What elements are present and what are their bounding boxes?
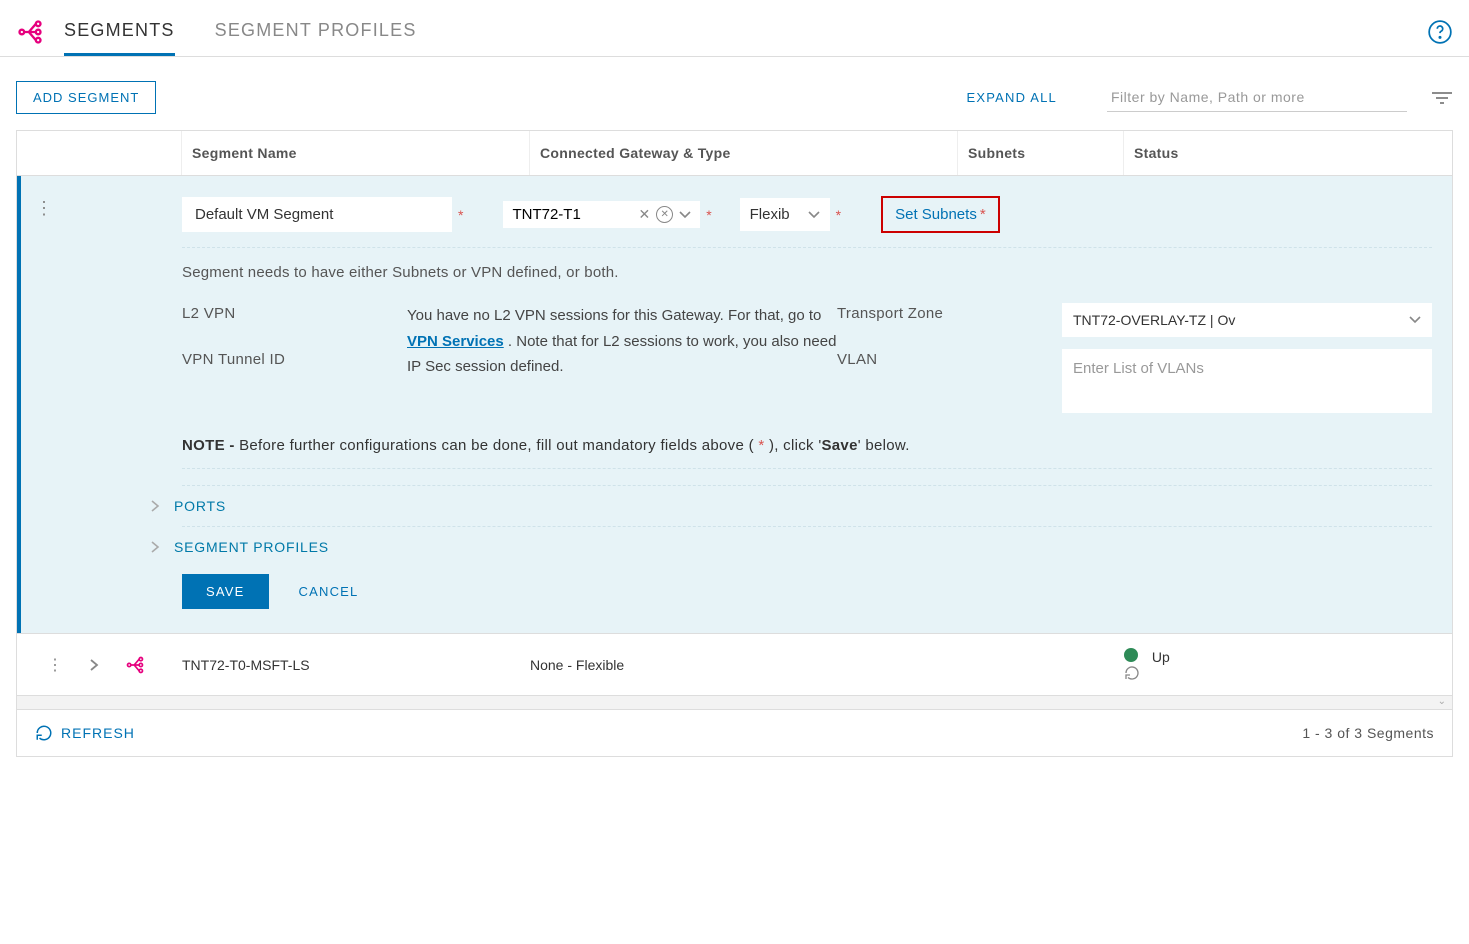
tab-segments[interactable]: SEGMENTS — [64, 8, 175, 56]
col-status: Status — [1124, 131, 1452, 175]
segments-logo-icon — [16, 18, 44, 46]
edit-fields-row: * ✕ ✕ * Flexib * Set Subnets* — [182, 196, 1432, 233]
table-row: ⋮ TNT72-T0-MSFT-LS None - Flexible Up — [17, 633, 1452, 695]
col-gateway: Connected Gateway & Type — [530, 131, 958, 175]
status-up-icon — [1124, 648, 1138, 662]
chevron-right-icon — [150, 499, 160, 513]
segments-table: Segment Name Connected Gateway & Type Su… — [16, 130, 1453, 710]
chevron-down-icon[interactable] — [679, 211, 691, 219]
segment-profiles-expander[interactable]: SEGMENT PROFILES — [182, 526, 1432, 568]
transport-zone-label: Transport Zone — [837, 303, 1062, 322]
expand-all-link[interactable]: EXPAND ALL — [966, 90, 1057, 105]
col-actions — [17, 131, 182, 175]
tab-bar: SEGMENTS SEGMENT PROFILES — [64, 8, 1427, 56]
add-segment-button[interactable]: ADD SEGMENT — [16, 81, 156, 114]
subnet-hint-text: Segment needs to have either Subnets or … — [182, 264, 1432, 281]
clear-selection-icon[interactable]: ✕ — [656, 206, 673, 223]
type-value: Flexib — [750, 206, 790, 223]
vlan-input[interactable]: Enter List of VLANs — [1062, 349, 1432, 413]
l2vpn-text: You have no L2 VPN sessions for this Gat… — [407, 303, 837, 380]
required-marker: * — [836, 207, 841, 223]
required-marker: * — [458, 207, 463, 223]
segment-name-input[interactable] — [182, 197, 452, 232]
vlan-label: VLAN — [837, 349, 1062, 368]
gateway-select[interactable]: ✕ ✕ — [503, 201, 700, 228]
divider — [182, 468, 1432, 469]
vpn-services-link[interactable]: VPN Services — [407, 333, 504, 350]
refresh-button[interactable]: REFRESH — [35, 724, 135, 742]
col-segment-name: Segment Name — [182, 131, 530, 175]
toolbar: ADD SEGMENT EXPAND ALL — [0, 57, 1469, 130]
segment-icon — [125, 655, 145, 675]
l2vpn-label: L2 VPN — [182, 303, 407, 322]
ports-expander[interactable]: PORTS — [182, 485, 1432, 526]
transport-zone-select[interactable]: TNT72-OVERLAY-TZ | Ov — [1062, 303, 1432, 337]
row-gateway: None - Flexible — [530, 657, 958, 673]
filter-input[interactable] — [1107, 83, 1407, 112]
tab-segment-profiles[interactable]: SEGMENT PROFILES — [215, 8, 417, 56]
segment-edit-row: ⋮ * ✕ ✕ * Flexib * — [17, 176, 1452, 633]
table-header: Segment Name Connected Gateway & Type Su… — [17, 131, 1452, 176]
help-icon[interactable] — [1427, 19, 1453, 45]
type-select[interactable]: Flexib — [740, 198, 830, 231]
refresh-row-icon[interactable] — [1124, 665, 1452, 681]
scroll-hint: ⌄ — [17, 695, 1452, 709]
page-header: SEGMENTS SEGMENT PROFILES — [0, 0, 1469, 57]
edit-actions: SAVE CANCEL — [182, 568, 1432, 623]
required-marker: * — [706, 207, 711, 223]
divider — [182, 247, 1432, 248]
row-actions-menu-icon[interactable]: ⋮ — [35, 198, 53, 219]
form-grid: L2 VPN You have no L2 VPN sessions for t… — [182, 303, 1432, 413]
gateway-input[interactable] — [512, 206, 632, 223]
row-actions-menu-icon[interactable]: ⋮ — [47, 655, 63, 675]
vpn-tunnel-id-label: VPN Tunnel ID — [182, 349, 407, 368]
expand-row-icon[interactable] — [89, 658, 99, 672]
save-button[interactable]: SAVE — [182, 574, 269, 609]
set-subnets-button[interactable]: Set Subnets* — [881, 196, 1000, 233]
note-text: NOTE - Before further configurations can… — [182, 437, 1432, 454]
pager-text: 1 - 3 of 3 Segments — [1302, 725, 1434, 741]
row-status: Up — [1124, 648, 1452, 681]
table-footer: REFRESH 1 - 3 of 3 Segments — [16, 710, 1453, 757]
row-segment-name: TNT72-T0-MSFT-LS — [182, 657, 530, 673]
col-subnets: Subnets — [958, 131, 1124, 175]
cancel-button[interactable]: CANCEL — [299, 584, 359, 599]
clear-text-icon[interactable]: ✕ — [638, 206, 650, 223]
chevron-right-icon — [150, 540, 160, 554]
filter-icon[interactable] — [1431, 91, 1453, 105]
